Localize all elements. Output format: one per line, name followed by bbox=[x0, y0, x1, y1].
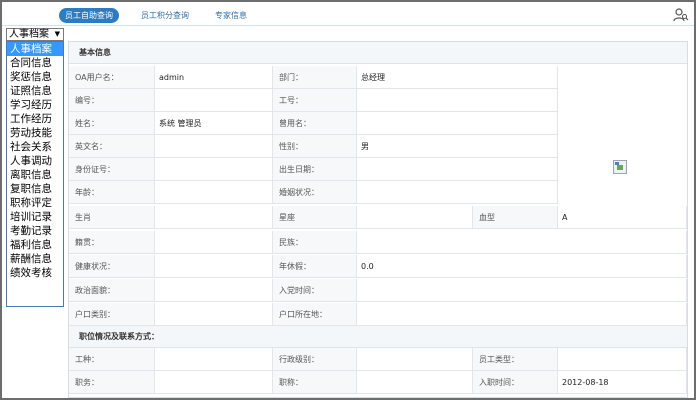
field-label: 姓名： bbox=[69, 112, 155, 135]
field-label: 年龄： bbox=[69, 181, 155, 204]
field-label: 身份证号： bbox=[69, 158, 155, 181]
tab-points-query[interactable]: 员工积分查询 bbox=[132, 8, 198, 23]
blood-type-value: A bbox=[558, 206, 687, 229]
field-label: 年休假： bbox=[273, 255, 357, 278]
section-basic-info: 基本信息 bbox=[69, 42, 687, 64]
category-option[interactable]: 社会关系 bbox=[7, 140, 63, 154]
category-select-value: 人事档案 bbox=[9, 29, 49, 40]
tab-expert-info[interactable]: 专家信息 bbox=[207, 8, 255, 23]
category-listbox[interactable]: 人事档案 合同信息 奖惩信息 证照信息 学习经历 工作经历 劳动技能 社会关系 … bbox=[6, 41, 64, 307]
field-label: 性别： bbox=[273, 135, 357, 158]
field-label: 健康状况： bbox=[69, 255, 155, 278]
field-label: OA用户名： bbox=[69, 66, 155, 89]
field-label: 入党时间： bbox=[273, 279, 357, 302]
department-value: 总经理 bbox=[357, 66, 558, 89]
post-value bbox=[155, 371, 273, 394]
category-option[interactable]: 证照信息 bbox=[7, 84, 63, 98]
oa-username-value: admin bbox=[155, 66, 273, 89]
number-value bbox=[155, 89, 273, 112]
constellation-value bbox=[357, 206, 473, 229]
title-value bbox=[357, 371, 473, 394]
marital-status-value bbox=[357, 181, 558, 204]
field-label: 工号： bbox=[273, 89, 357, 112]
category-option[interactable]: 学习经历 bbox=[7, 98, 63, 112]
native-place-value bbox=[155, 231, 273, 254]
hukou-type-value bbox=[155, 303, 273, 326]
category-select[interactable]: 人事档案 ▼ bbox=[6, 28, 64, 41]
hire-date-value: 2012-08-18 bbox=[558, 371, 687, 394]
category-option[interactable]: 薪酬信息 bbox=[7, 252, 63, 266]
admin-level-value bbox=[357, 348, 473, 371]
field-label: 户口所在地： bbox=[273, 303, 357, 326]
english-name-value bbox=[155, 135, 273, 158]
employee-info-panel: 基本信息 OA用户名： admin 部门： 总经理 编号： 工号： 姓名： 系统… bbox=[68, 41, 688, 398]
field-label: 血型 bbox=[473, 206, 558, 229]
annual-leave-value: 0.0 bbox=[357, 255, 687, 278]
ethnicity-value bbox=[357, 231, 687, 254]
top-tab-bar: 员工自助查询 员工积分查询 专家信息 bbox=[2, 2, 694, 26]
category-option[interactable]: 离职信息 bbox=[7, 168, 63, 182]
employee-type-value bbox=[558, 348, 687, 371]
tab-self-service[interactable]: 员工自助查询 bbox=[59, 8, 119, 23]
category-option[interactable]: 考勤记录 bbox=[7, 224, 63, 238]
category-option[interactable]: 培训记录 bbox=[7, 210, 63, 224]
hukou-place-value bbox=[357, 303, 687, 326]
category-option[interactable]: 合同信息 bbox=[7, 56, 63, 70]
category-option[interactable]: 福利信息 bbox=[7, 238, 63, 252]
field-label: 政治面貌： bbox=[69, 279, 155, 302]
category-option[interactable]: 绩效考核 bbox=[7, 266, 63, 280]
user-search-icon[interactable] bbox=[673, 7, 689, 23]
zodiac-value bbox=[155, 206, 273, 229]
job-number-value bbox=[357, 89, 558, 112]
field-label: 员工类型： bbox=[473, 348, 558, 371]
field-label: 职称： bbox=[273, 371, 357, 394]
field-label: 民族： bbox=[273, 231, 357, 254]
former-name-value bbox=[357, 112, 558, 135]
field-label: 星座 bbox=[273, 206, 357, 229]
broken-image-icon bbox=[613, 160, 627, 174]
category-option[interactable]: 人事调动 bbox=[7, 154, 63, 168]
gender-value: 男 bbox=[357, 135, 558, 158]
id-card-value bbox=[155, 158, 273, 181]
field-label: 入职时间： bbox=[473, 371, 558, 394]
age-value bbox=[155, 181, 273, 204]
section-position-contact: 职位情况及联系方式： bbox=[69, 326, 687, 348]
chevron-down-icon: ▼ bbox=[54, 30, 60, 38]
category-option[interactable]: 工作经历 bbox=[7, 112, 63, 126]
field-label: 出生日期： bbox=[273, 158, 357, 181]
party-date-value bbox=[357, 279, 687, 302]
category-option[interactable]: 劳动技能 bbox=[7, 126, 63, 140]
political-status-value bbox=[155, 279, 273, 302]
field-label: 部门： bbox=[273, 66, 357, 89]
job-type-value bbox=[155, 348, 273, 371]
field-label: 婚姻状况： bbox=[273, 181, 357, 204]
field-label: 籍贯： bbox=[69, 231, 155, 254]
field-label: 户口类别： bbox=[69, 303, 155, 326]
category-option[interactable]: 人事档案 bbox=[7, 42, 63, 56]
name-value: 系统 管理员 bbox=[155, 112, 273, 135]
field-label: 编号： bbox=[69, 89, 155, 112]
field-label: 曾用名： bbox=[273, 112, 357, 135]
field-label: 生肖 bbox=[69, 206, 155, 229]
field-label: 工种： bbox=[69, 348, 155, 371]
category-option[interactable]: 复职信息 bbox=[7, 182, 63, 196]
health-value bbox=[155, 255, 273, 278]
field-label: 行政级别： bbox=[273, 348, 357, 371]
birth-date-value bbox=[357, 158, 558, 181]
field-label: 英文名： bbox=[69, 135, 155, 158]
field-label: 职务： bbox=[69, 371, 155, 394]
category-option[interactable]: 奖惩信息 bbox=[7, 70, 63, 84]
category-option[interactable]: 职称评定 bbox=[7, 196, 63, 210]
